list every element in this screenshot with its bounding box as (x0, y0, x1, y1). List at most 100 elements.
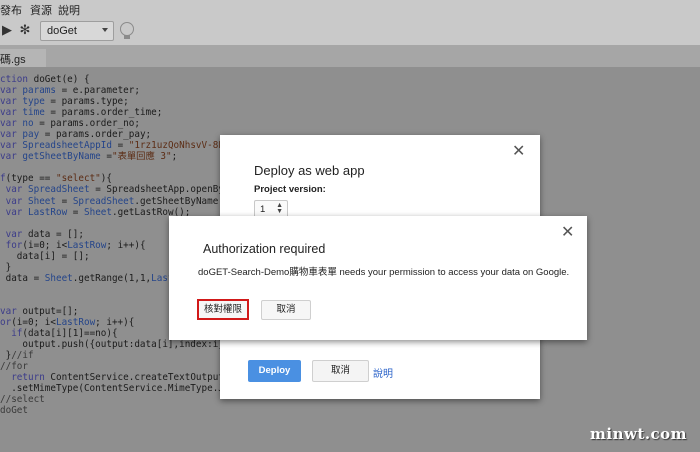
code-token: var (0, 107, 17, 119)
menu-item-resources[interactable]: 資源 (30, 2, 52, 18)
code-token: //select (0, 394, 45, 406)
code-line: return ContentService.createTextOutput(J… (0, 372, 246, 383)
help-link[interactable]: 說明 (373, 365, 393, 380)
function-select-value: doGet (47, 25, 77, 37)
code-token: data = []; (22, 228, 84, 240)
code-line: var Sheet = SpreadSheet.getSheetByName(g… (0, 195, 247, 207)
code-token: = e.parameter; (56, 85, 140, 97)
code-token: (i=0; i< (11, 317, 56, 329)
code-token: = params.order_no; (33, 118, 140, 130)
authorization-dialog-title: Authorization required (203, 242, 326, 256)
code-token: } (0, 261, 12, 273)
debug-icon[interactable]: ✻ (18, 23, 32, 37)
function-select[interactable]: doGet (40, 21, 114, 41)
code-token: = params.order_time; (44, 107, 163, 119)
project-version-label: Project version: (254, 184, 326, 195)
code-token: .getRange(1,1, (72, 272, 152, 284)
code-token: pay (22, 129, 40, 141)
deploy-dialog-title: Deploy as web app (254, 163, 365, 178)
close-icon[interactable]: ✕ (561, 225, 574, 241)
code-line: var params = e.parameter; (0, 85, 246, 96)
code-token: var (5, 206, 23, 218)
code-token: type (22, 96, 45, 108)
code-token: data = (0, 272, 45, 284)
code-token: or (0, 317, 12, 329)
code-line: output.push({output:data[i],index:i}); (0, 339, 246, 350)
authorization-message: doGET-Search-Demo購物車表單 needs your permis… (198, 267, 570, 278)
code-line: var type = params.type; (0, 96, 246, 107)
code-token: SpreadSheet (28, 184, 90, 196)
code-token: LastRow (55, 317, 96, 329)
code-line: //for (0, 361, 246, 372)
code-token: doGet (0, 405, 28, 417)
code-token: output.push({output:data[i],index:i}); (0, 339, 236, 351)
code-token: var (5, 184, 23, 196)
project-version-value: 1 (260, 204, 266, 215)
code-line: .setMimeType(ContentService.MimeType.JSO… (0, 383, 246, 394)
code-token: for (5, 239, 23, 251)
code-token: = (56, 195, 73, 207)
code-line: //select (0, 394, 246, 405)
code-token: } (0, 350, 12, 362)
code-token: ; (171, 151, 178, 163)
watermark-logo: minwt.com (590, 425, 688, 443)
code-token: output=[]; (16, 305, 79, 317)
code-token: LastRow (28, 206, 68, 218)
chevron-down-icon (102, 28, 108, 32)
code-token: no (22, 118, 34, 130)
code-token: //if (11, 350, 34, 362)
code-token: = params.type; (44, 96, 129, 108)
code-token: var (0, 85, 17, 97)
code-token: doGet(e) { (28, 74, 90, 85)
file-tab-bar: 碼.gs (0, 45, 700, 67)
menu-bar: 發布 資源 說明 (0, 0, 700, 17)
tab-code-file[interactable]: 碼.gs (0, 49, 46, 67)
code-line: var SpreadSheet = SpreadsheetApp.openByI… (0, 184, 247, 196)
close-icon[interactable]: ✕ (512, 144, 525, 160)
code-token: .setMimeType(ContentService.MimeType.JSO… (0, 383, 247, 395)
code-token: ction (0, 74, 28, 85)
authorization-cancel-button[interactable]: 取消 (261, 300, 311, 320)
code-token: = (100, 151, 112, 163)
code-line: var no = params.order_no; (0, 118, 246, 129)
code-line: f(type == "select"){ (0, 173, 246, 184)
code-line: ction doGet(e) { (0, 74, 246, 85)
code-token: (data[i][1]==no){ (22, 328, 118, 340)
deploy-cancel-button[interactable]: 取消 (312, 360, 369, 382)
code-token: = (111, 140, 129, 152)
code-token: ; i++){ (106, 239, 146, 251)
authorization-dialog: ✕ Authorization required doGET-Search-De… (169, 216, 587, 340)
code-token: time (22, 107, 45, 119)
code-line: var getSheetByName ="表單回應 3"; (0, 151, 246, 162)
menu-item-help[interactable]: 說明 (58, 2, 80, 18)
review-permissions-button[interactable]: 核對權限 (197, 299, 249, 320)
code-token: return (11, 372, 45, 384)
menu-item-publish[interactable]: 發布 (0, 2, 22, 18)
code-token: = params.order_pay; (39, 129, 152, 141)
lightbulb-icon[interactable] (120, 22, 134, 39)
code-line: var SpreadsheetAppId = "1rz1uzQoNhsvV-8E… (0, 140, 246, 151)
code-token: var (0, 140, 17, 152)
code-token: var (0, 151, 17, 163)
stepper-icon: ▲ ▼ (276, 202, 283, 215)
code-line: }//if (0, 350, 246, 361)
code-token: Sheet (28, 195, 57, 207)
code-token: var (0, 96, 17, 108)
code-token: params (22, 85, 56, 97)
code-token: "表單回應 3" (111, 151, 172, 163)
code-token: Sheet (44, 272, 73, 284)
code-line: var time = params.order_time; (0, 107, 246, 118)
run-icon[interactable]: ▶ (0, 23, 14, 37)
code-token: //for (0, 361, 28, 373)
code-token: (i=0; i< (22, 239, 68, 251)
deploy-button[interactable]: Deploy (248, 360, 301, 382)
code-token: "select" (55, 173, 101, 185)
code-token: ContentService.createTextOutput(JSO (44, 372, 247, 384)
code-token: var (0, 118, 17, 130)
code-token: (type == (5, 173, 56, 185)
code-line: doGet (0, 405, 246, 416)
code-token: SpreadsheetAppId (22, 140, 112, 152)
